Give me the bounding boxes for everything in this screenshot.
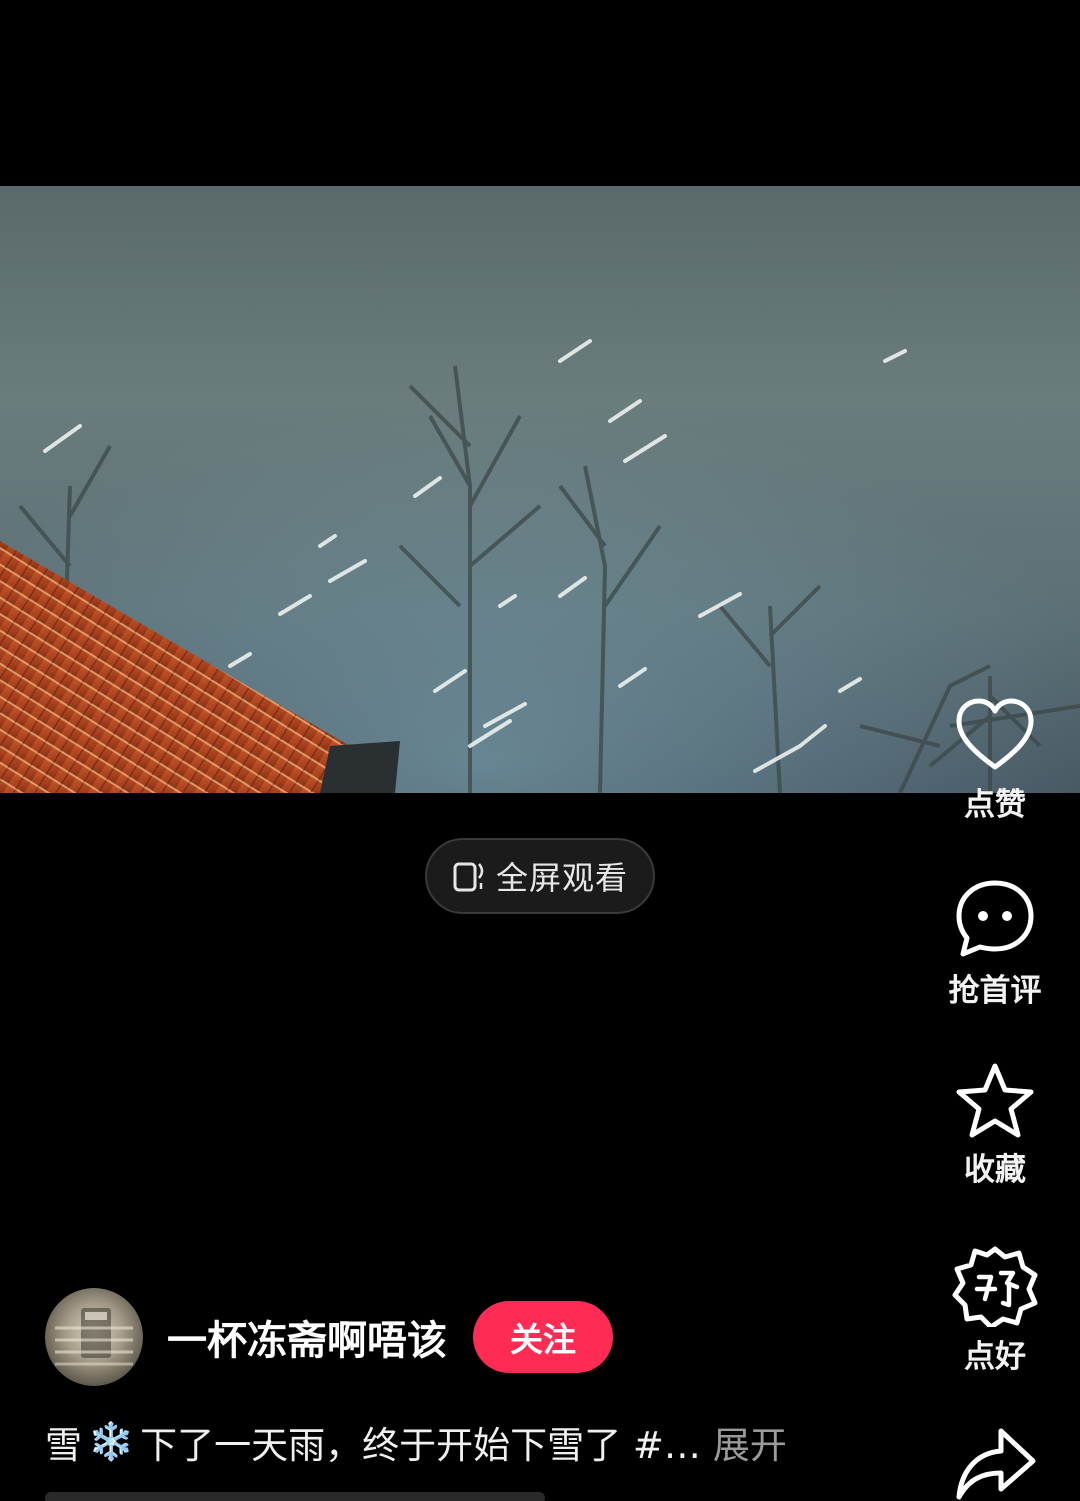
author-name[interactable]: 一杯冻斋啊唔该 xyxy=(167,1308,447,1366)
star-icon xyxy=(956,1063,1034,1138)
comment-button[interactable]: 抢首评 xyxy=(930,877,1060,1010)
good-button[interactable]: 点好 xyxy=(930,1243,1060,1376)
video-caption[interactable]: 雪 ❄️ 下了一天雨，终于开始下雪了 #… 展开 xyxy=(45,1415,945,1469)
author-row: 一杯冻斋啊唔该 关注 xyxy=(45,1288,613,1386)
heart-icon xyxy=(956,698,1034,770)
fullscreen-button[interactable]: 全屏观看 xyxy=(425,838,655,914)
video-frame-image xyxy=(0,186,1080,793)
snowflake-emoji: ❄️ xyxy=(88,1420,135,1463)
good-stamp-icon xyxy=(952,1246,1038,1327)
video-feed-screen: 全屏观看 点赞 抢首评 收藏 点好 一杯冻斋啊唔该 关注 雪 ❄️ 下了一天雨，… xyxy=(0,0,1080,1501)
progress-bar[interactable] xyxy=(45,1492,545,1501)
avatar-image xyxy=(55,1308,133,1366)
like-label: 点赞 xyxy=(964,787,1026,823)
avatar[interactable] xyxy=(45,1288,143,1386)
good-label: 点好 xyxy=(964,1339,1026,1375)
rotate-screen-icon xyxy=(453,862,484,892)
share-button[interactable] xyxy=(930,1425,1060,1501)
follow-button[interactable]: 关注 xyxy=(473,1301,613,1373)
like-button[interactable]: 点赞 xyxy=(930,695,1060,824)
share-arrow-icon xyxy=(956,1428,1036,1500)
comment-bubble-icon xyxy=(956,880,1034,957)
favorite-button[interactable]: 收藏 xyxy=(930,1060,1060,1189)
expand-link[interactable]: 展开 xyxy=(713,1415,787,1469)
comment-label: 抢首评 xyxy=(948,973,1042,1009)
favorite-label: 收藏 xyxy=(964,1152,1026,1188)
caption-text: 下了一天雨，终于开始下雪了 #… xyxy=(140,1424,701,1467)
fullscreen-label: 全屏观看 xyxy=(495,859,628,897)
caption-lead: 雪 xyxy=(45,1424,82,1467)
video-player[interactable] xyxy=(0,186,1080,793)
